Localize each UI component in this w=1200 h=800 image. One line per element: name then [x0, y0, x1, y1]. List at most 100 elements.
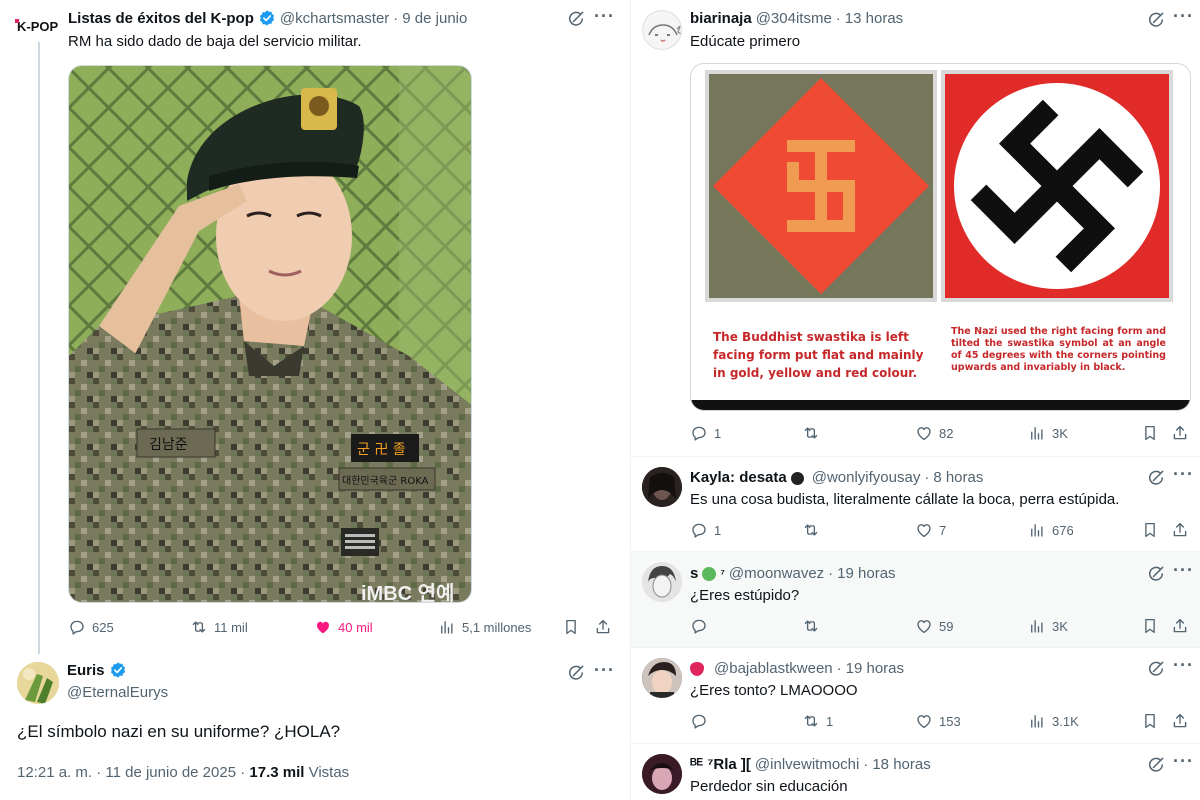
- share-button[interactable]: [1171, 424, 1189, 442]
- bookmark-button[interactable]: [1141, 521, 1159, 539]
- views-button[interactable]: 676: [1028, 521, 1074, 539]
- author-handle[interactable]: @moonwavez: [729, 565, 824, 582]
- more-icon[interactable]: ···: [594, 6, 615, 27]
- reply-image[interactable]: The Buddhist swastika is left facing for…: [690, 63, 1191, 411]
- avatar[interactable]: [642, 562, 682, 602]
- reply-button[interactable]: 1: [690, 521, 721, 539]
- reply-button[interactable]: 625: [68, 618, 114, 636]
- share-button[interactable]: [594, 618, 612, 636]
- views-button[interactable]: 5,1 millones: [438, 618, 531, 636]
- avatar[interactable]: [642, 467, 682, 507]
- reply-tweet[interactable]: biarinaja @304itsme · 13 horas ··· Edúca…: [631, 0, 1200, 456]
- author-name[interactable]: ᴮᴱ ⁷Rla ][: [690, 756, 751, 773]
- avatar[interactable]: [642, 658, 682, 698]
- bookmark-button[interactable]: [1141, 617, 1159, 635]
- retweet-button[interactable]: [802, 424, 826, 442]
- grok-icon[interactable]: [1146, 564, 1166, 584]
- author-handle[interactable]: @wonlyifyousay: [812, 469, 921, 486]
- retweet-icon: [802, 617, 820, 635]
- author-handle[interactable]: @bajablastkween: [714, 660, 833, 677]
- author-handle[interactable]: @304itsme: [756, 10, 832, 27]
- grok-icon[interactable]: [1146, 10, 1166, 30]
- retweet-icon: [802, 521, 820, 539]
- author-name[interactable]: biarinaja: [690, 10, 752, 27]
- retweet-button[interactable]: 11 mil: [190, 618, 248, 636]
- author-handle[interactable]: @EternalEurys: [67, 684, 168, 701]
- like-icon: [915, 712, 933, 730]
- like-count: 82: [939, 425, 954, 441]
- author-handle[interactable]: @kchartsmaster: [280, 10, 389, 27]
- views-icon: [1028, 712, 1046, 730]
- reply-button[interactable]: 1: [690, 424, 721, 442]
- reply-button[interactable]: [690, 712, 714, 730]
- grok-icon[interactable]: [1146, 755, 1166, 775]
- views-count: 3.1K: [1052, 713, 1079, 729]
- share-icon: [1171, 521, 1189, 539]
- retweet-button[interactable]: [802, 617, 826, 635]
- more-icon[interactable]: ···: [1173, 751, 1194, 772]
- bookmark-button[interactable]: [1141, 424, 1159, 442]
- reply-tweet[interactable]: @bajablastkween · 19 horas ··· ¿Eres ton…: [631, 648, 1200, 743]
- grok-icon[interactable]: [1146, 468, 1166, 488]
- bookmark-button[interactable]: [1141, 712, 1159, 730]
- author-name[interactable]: Kayla: desata: [690, 469, 787, 486]
- reply-icon: [68, 618, 86, 636]
- author-name[interactable]: Listas de éxitos del K-pop: [68, 10, 254, 27]
- retweet-button[interactable]: 1: [802, 712, 833, 730]
- reply-time[interactable]: 8 horas: [933, 469, 983, 486]
- reply-button[interactable]: [690, 617, 714, 635]
- more-icon[interactable]: ···: [1173, 655, 1194, 676]
- author-handle[interactable]: @inlvewitmochi: [755, 756, 859, 773]
- tweet-date[interactable]: 9 de junio: [402, 10, 467, 27]
- retweet-button[interactable]: [802, 521, 826, 539]
- reply-tweet[interactable]: s ⁷ @moonwavez · 19 horas ··· ¿Eres estú…: [631, 552, 1200, 647]
- svg-text:K-POP: K-POP: [17, 19, 59, 34]
- grok-icon[interactable]: [566, 9, 586, 29]
- timestamp[interactable]: 12:21 a. m. · 11 de junio de 2025 ·: [17, 764, 249, 781]
- reply-time[interactable]: 19 horas: [846, 660, 904, 677]
- reply-tweet[interactable]: Kayla: desata @wonlyifyousay · 8 horas ·…: [631, 457, 1200, 551]
- like-button[interactable]: 7: [915, 521, 946, 539]
- like-button[interactable]: 40 mil: [314, 618, 373, 636]
- share-button[interactable]: [1171, 712, 1189, 730]
- like-button[interactable]: 82: [915, 424, 953, 442]
- kpop-logo-icon: K-POP: [14, 17, 60, 35]
- like-button[interactable]: 153: [915, 712, 961, 730]
- more-icon[interactable]: ···: [1173, 6, 1194, 27]
- reply-tweet[interactable]: ᴮᴱ ⁷Rla ][ @inlvewitmochi · 18 horas ···…: [631, 744, 1200, 800]
- reply-time[interactable]: 18 horas: [872, 756, 930, 773]
- views-button[interactable]: 3K: [1028, 424, 1068, 442]
- views-button[interactable]: 3K: [1028, 617, 1068, 635]
- like-button[interactable]: 59: [915, 617, 953, 635]
- bookmark-button[interactable]: [562, 618, 580, 636]
- grok-icon[interactable]: [566, 663, 586, 683]
- like-count: 59: [939, 618, 954, 634]
- share-button[interactable]: [1171, 521, 1189, 539]
- grok-icon[interactable]: [1146, 659, 1166, 679]
- retweet-icon: [802, 712, 820, 730]
- author-name[interactable]: Euris: [67, 662, 105, 679]
- tweet-image[interactable]: 김남준 군 卍 졸 대한민국육군 ROKA iMBC 연예: [68, 65, 472, 603]
- share-button[interactable]: [1171, 617, 1189, 635]
- avatar[interactable]: [642, 10, 682, 50]
- share-icon: [1171, 712, 1189, 730]
- avatar[interactable]: [642, 754, 682, 794]
- avatar[interactable]: [17, 662, 59, 704]
- views-icon: [1028, 617, 1046, 635]
- reply-time[interactable]: 19 horas: [837, 565, 895, 582]
- author-name[interactable]: s: [690, 565, 698, 582]
- reply-time[interactable]: 13 horas: [845, 10, 903, 27]
- replies-pane: biarinaja @304itsme · 13 horas ··· Edúca…: [630, 0, 1200, 800]
- like-count: 153: [939, 713, 961, 729]
- more-icon[interactable]: ···: [594, 660, 615, 681]
- separator-dot: ·: [863, 756, 869, 773]
- like-count: 7: [939, 522, 947, 538]
- more-icon[interactable]: ···: [1173, 560, 1194, 581]
- views-icon: [1028, 521, 1046, 539]
- apple-icon: [702, 566, 717, 581]
- views-button[interactable]: 3.1K: [1028, 712, 1079, 730]
- more-icon[interactable]: ···: [1173, 464, 1194, 485]
- reply-count: 1: [714, 425, 722, 441]
- thread-line: [38, 42, 40, 654]
- reply-icon: [690, 712, 708, 730]
